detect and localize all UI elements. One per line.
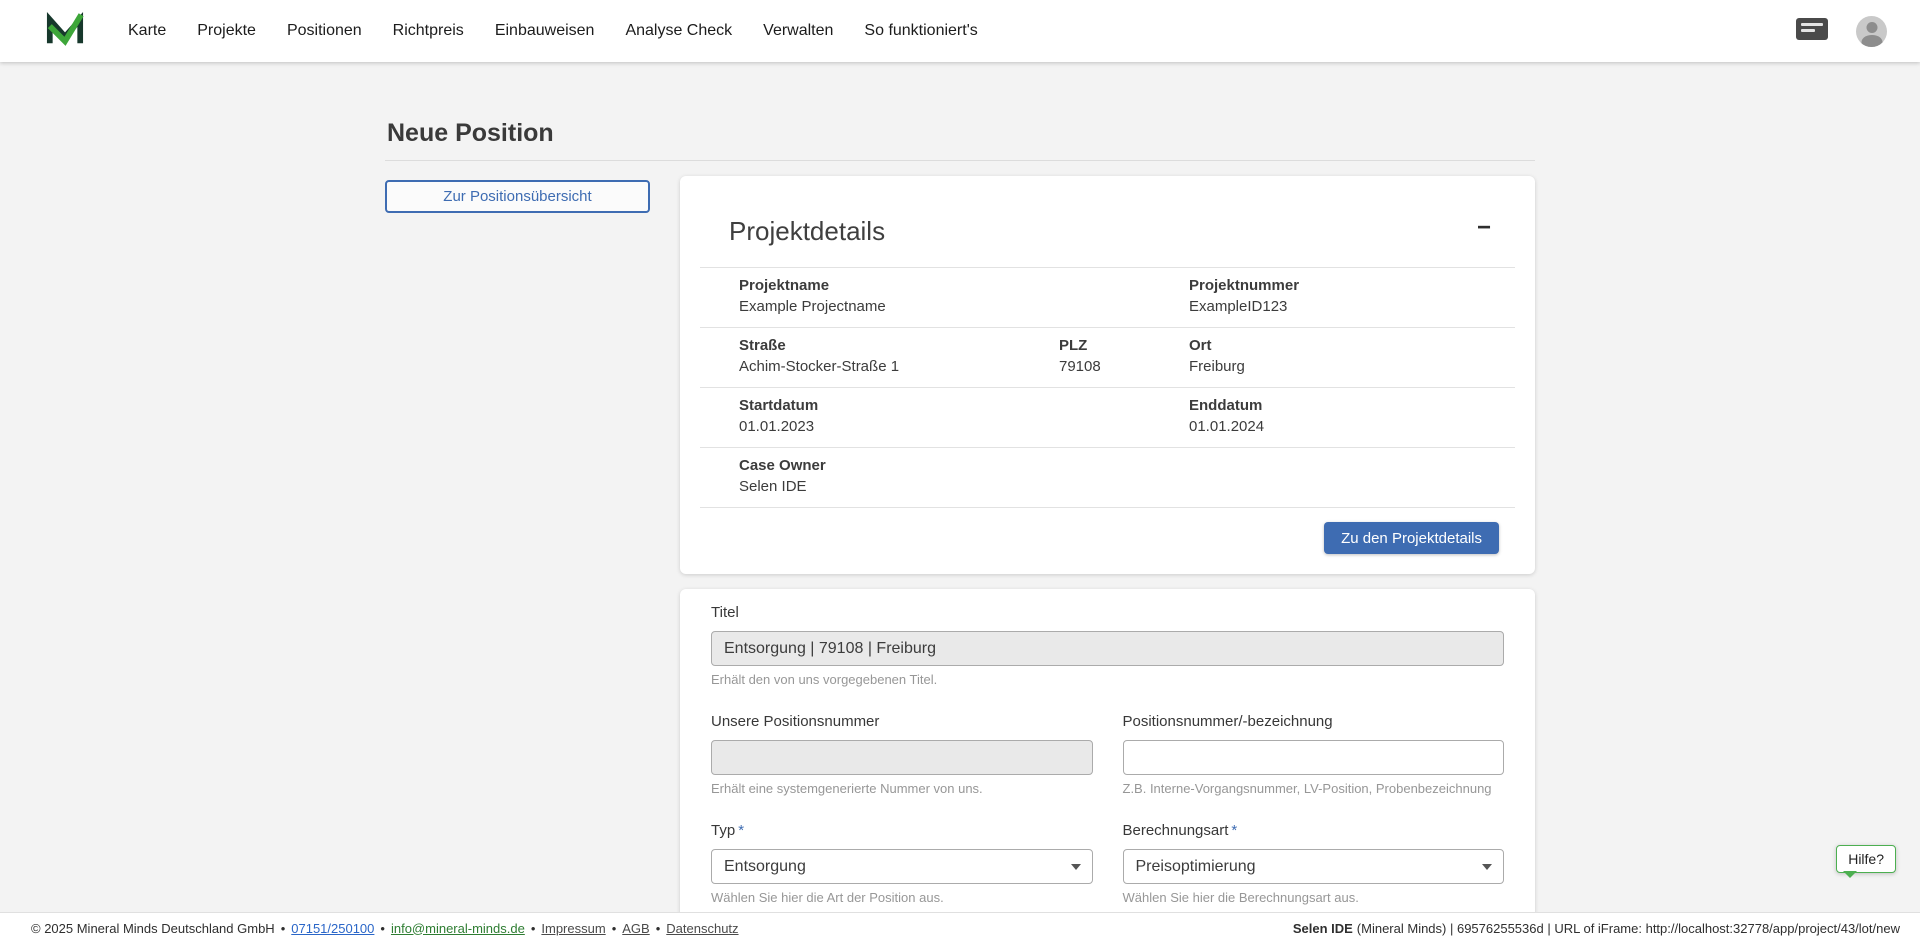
- session-user-text: Selen IDE: [1293, 921, 1353, 936]
- case-owner-value: Selen IDE: [739, 478, 1515, 495]
- required-asterisk: *: [738, 822, 744, 839]
- titel-input: [711, 631, 1504, 666]
- typ-select[interactable]: Entsorgung: [711, 849, 1093, 884]
- required-asterisk: *: [1231, 822, 1237, 839]
- nav-item-so-funktionierts[interactable]: So funktioniert's: [864, 22, 977, 40]
- plz-label: PLZ: [1059, 337, 1189, 354]
- table-row: Projektname Example Projectname Projektn…: [700, 267, 1515, 327]
- startdatum-value: 01.01.2023: [739, 418, 1189, 435]
- nav-item-projekte[interactable]: Projekte: [197, 22, 256, 40]
- main-content: Neue Position Zur Positionsübersicht Pro…: [0, 62, 1920, 912]
- strasse-value: Achim-Stocker-Straße 1: [739, 358, 1059, 375]
- nav-item-einbauweisen[interactable]: Einbauweisen: [495, 22, 595, 40]
- nav-item-karte[interactable]: Karte: [128, 22, 166, 40]
- nav-item-verwalten[interactable]: Verwalten: [763, 22, 833, 40]
- footer: © 2025 Mineral Minds Deutschland GmbH • …: [0, 912, 1920, 943]
- berechnungsart-helper-text: Wählen Sie hier die Berechnungsart aus.: [1123, 890, 1505, 905]
- plz-value: 79108: [1059, 358, 1189, 375]
- user-avatar-icon[interactable]: [1856, 16, 1887, 47]
- separator: •: [612, 921, 617, 936]
- datenschutz-link[interactable]: Datenschutz: [666, 921, 738, 936]
- typ-helper-text: Wählen Sie hier die Art der Position aus…: [711, 890, 1093, 905]
- ort-value: Freiburg: [1189, 358, 1515, 375]
- table-row: Startdatum 01.01.2023 Enddatum 01.01.202…: [700, 387, 1515, 447]
- startdatum-label: Startdatum: [739, 397, 1189, 414]
- separator: •: [281, 921, 286, 936]
- mineral-minds-logo-icon[interactable]: [46, 11, 84, 52]
- separator: •: [656, 921, 661, 936]
- nav-item-richtpreis[interactable]: Richtpreis: [393, 22, 464, 40]
- enddatum-value: 01.01.2024: [1189, 418, 1515, 435]
- session-info-text: (Mineral Minds) | 69576255536d | URL of …: [1357, 921, 1900, 936]
- typ-label: Typ*: [711, 822, 1093, 840]
- strasse-label: Straße: [739, 337, 1059, 354]
- unsere-positionsnummer-helper-text: Erhält eine systemgenerierte Nummer von …: [711, 781, 1093, 796]
- projektname-value: Example Projectname: [739, 298, 1189, 315]
- separator: •: [531, 921, 536, 936]
- ort-label: Ort: [1189, 337, 1515, 354]
- main-nav: Karte Projekte Positionen Richtpreis Ein…: [128, 22, 978, 40]
- nav-item-analyse-check[interactable]: Analyse Check: [625, 22, 732, 40]
- nav-item-positionen[interactable]: Positionen: [287, 22, 362, 40]
- unsere-positionsnummer-input: [711, 740, 1093, 775]
- project-details-card: Projektdetails − Projektname Example Pro…: [680, 176, 1535, 574]
- projektnummer-value: ExampleID123: [1189, 298, 1515, 315]
- page-title: Neue Position: [387, 119, 1535, 148]
- project-details-table: Projektname Example Projectname Projektn…: [700, 267, 1515, 508]
- separator: •: [380, 921, 385, 936]
- agb-link[interactable]: AGB: [622, 921, 649, 936]
- impressum-link[interactable]: Impressum: [541, 921, 605, 936]
- projektnummer-label: Projektnummer: [1189, 277, 1515, 294]
- positionsnummer-label: Positionsnummer/-bezeichnung: [1123, 713, 1505, 731]
- help-button[interactable]: Hilfe?: [1836, 845, 1896, 873]
- titel-helper-text: Erhält den von uns vorgegebenen Titel.: [711, 672, 1504, 687]
- new-position-form-card: Titel Erhält den von uns vorgegebenen Ti…: [680, 589, 1535, 912]
- project-card-title: Projektdetails: [729, 216, 1535, 247]
- table-row: Case Owner Selen IDE: [700, 447, 1515, 508]
- copyright-text: © 2025 Mineral Minds Deutschland GmbH: [31, 921, 275, 936]
- email-link[interactable]: info@mineral-minds.de: [391, 921, 525, 936]
- go-to-project-details-button[interactable]: Zu den Projektdetails: [1324, 522, 1499, 554]
- card-reader-icon[interactable]: [1796, 18, 1828, 45]
- enddatum-label: Enddatum: [1189, 397, 1515, 414]
- titel-label: Titel: [711, 604, 1504, 622]
- projektname-label: Projektname: [739, 277, 1189, 294]
- back-to-positions-button[interactable]: Zur Positionsübersicht: [385, 180, 650, 213]
- positionsnummer-input[interactable]: [1123, 740, 1505, 775]
- phone-link[interactable]: 07151/250100: [291, 921, 374, 936]
- table-row: Straße Achim-Stocker-Straße 1 PLZ 79108 …: [700, 327, 1515, 387]
- navbar: Karte Projekte Positionen Richtpreis Ein…: [0, 0, 1920, 62]
- case-owner-label: Case Owner: [739, 457, 1515, 474]
- unsere-positionsnummer-label: Unsere Positionsnummer: [711, 713, 1093, 731]
- berechnungsart-label: Berechnungsart*: [1123, 822, 1505, 840]
- collapse-card-button[interactable]: −: [1471, 214, 1497, 242]
- berechnungsart-select[interactable]: Preisoptimierung: [1123, 849, 1505, 884]
- positionsnummer-helper-text: Z.B. Interne-Vorgangsnummer, LV-Position…: [1123, 781, 1505, 796]
